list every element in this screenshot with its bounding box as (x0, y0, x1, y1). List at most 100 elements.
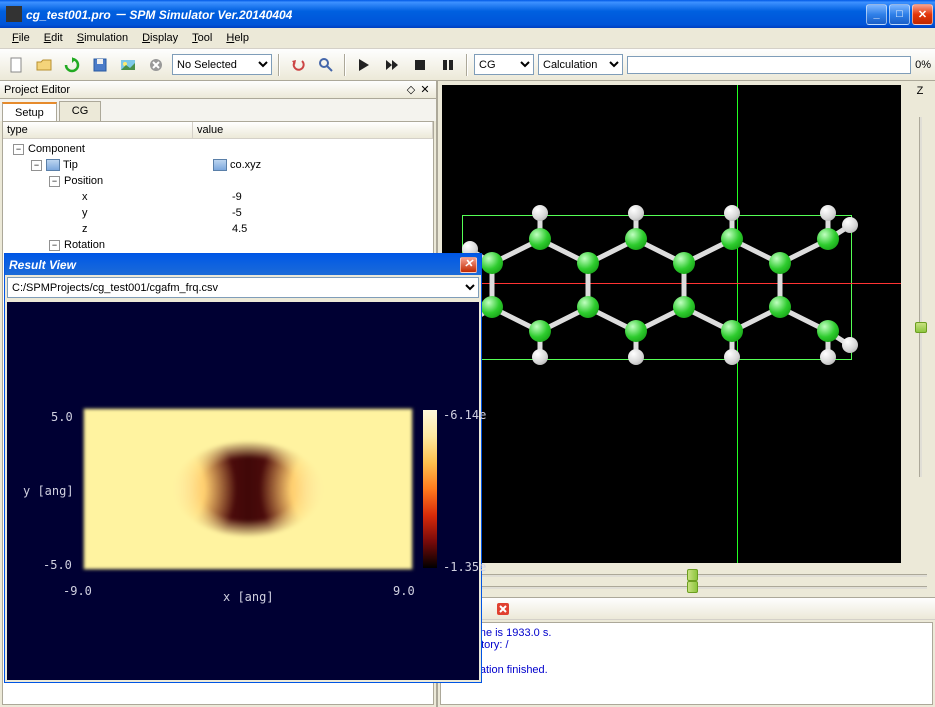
hydrogen-atom (820, 349, 836, 365)
value-icon (213, 159, 227, 171)
carbon-atom (817, 228, 839, 250)
toolbar: No Selected CG Calculation 0% (0, 49, 935, 81)
reload-button[interactable] (60, 53, 84, 77)
item-icon (46, 159, 60, 171)
z-slider[interactable] (919, 117, 922, 477)
selection-combo[interactable]: No Selected (172, 54, 272, 75)
h-slider-1-thumb[interactable] (687, 569, 698, 581)
tree-value: co.xyz (230, 159, 261, 171)
close-button[interactable]: ✕ (912, 4, 933, 25)
result-file-combo[interactable]: C:/SPMProjects/cg_test001/cgafm_frq.csv (7, 277, 479, 298)
close-output-button[interactable] (491, 597, 515, 621)
bounding-box (462, 215, 852, 360)
carbon-atom (481, 296, 503, 318)
expand-icon[interactable]: − (49, 176, 60, 187)
carbon-atom (673, 296, 695, 318)
minimize-button[interactable]: _ (866, 4, 887, 25)
output-text[interactable]: CPU time is 1933.0 s. ut directory: / r … (440, 622, 933, 705)
carbon-atom (529, 320, 551, 342)
header-type[interactable]: type (3, 122, 193, 138)
menu-tool[interactable]: Tool (186, 30, 218, 46)
fast-forward-button[interactable] (380, 53, 404, 77)
pause-button[interactable] (436, 53, 460, 77)
heatmap-image (83, 408, 413, 570)
output-line: r calculation finished. (445, 664, 928, 676)
result-view-window[interactable]: Result View ✕ C:/SPMProjects/cg_test001/… (4, 253, 482, 683)
menu-file[interactable]: FFileile (6, 30, 36, 46)
carbon-atom (625, 320, 647, 342)
tab-setup[interactable]: Setup (2, 102, 57, 122)
hydrogen-atom (532, 349, 548, 365)
h-slider-2-thumb[interactable] (687, 581, 698, 593)
tree-value: -5 (232, 207, 242, 219)
undock-button[interactable]: ◇ (404, 83, 418, 97)
carbon-atom (577, 252, 599, 274)
result-view-titlebar[interactable]: Result View ✕ (5, 254, 481, 275)
h-slider-1[interactable] (446, 569, 927, 581)
expand-icon[interactable]: − (49, 240, 60, 251)
hydrogen-atom (628, 205, 644, 221)
output-line: CPU time is 1933.0 s. (445, 627, 928, 639)
carbon-atom (769, 296, 791, 318)
expand-icon[interactable]: − (13, 144, 24, 155)
delete-button[interactable] (144, 53, 168, 77)
tree-label: Component (28, 143, 178, 155)
mode-combo[interactable]: Calculation (538, 54, 623, 75)
tree-label: x (82, 191, 232, 203)
y-axis-label: y [ang] (23, 484, 74, 498)
tree-row[interactable]: −Rotation (3, 237, 433, 253)
progress-bar (627, 56, 911, 74)
maximize-button[interactable]: □ (889, 4, 910, 25)
tree-label: Position (64, 175, 214, 187)
hydrogen-atom (820, 205, 836, 221)
colorbar (423, 410, 437, 568)
carbon-atom (577, 296, 599, 318)
undo-button[interactable] (286, 53, 310, 77)
x-axis-label: x [ang] (223, 590, 274, 604)
tree-label: y (82, 207, 232, 219)
carbon-atom (529, 228, 551, 250)
menu-help[interactable]: Help (220, 30, 255, 46)
tree-row[interactable]: − Tip co.xyz (3, 157, 433, 173)
tree-value: -9 (232, 191, 242, 203)
titlebar: cg_test001.pro － SPM Simulator Ver.20140… (0, 0, 935, 28)
ytick-top: 5.0 (51, 410, 73, 424)
hydrogen-atom (628, 349, 644, 365)
open-button[interactable] (32, 53, 56, 77)
tree-label: z (82, 223, 232, 235)
tree-row[interactable]: −Position (3, 173, 433, 189)
zoom-button[interactable] (314, 53, 338, 77)
new-button[interactable] (4, 53, 28, 77)
output-line: ut directory: / (445, 639, 928, 651)
tree-row[interactable]: −Component (3, 141, 433, 157)
menu-display[interactable]: Display (136, 30, 184, 46)
menu-simulation[interactable]: Simulation (71, 30, 134, 46)
result-view-close-button[interactable]: ✕ (460, 257, 477, 273)
expand-icon[interactable]: − (31, 160, 42, 171)
carbon-atom (481, 252, 503, 274)
header-value[interactable]: value (193, 122, 433, 138)
xtick-right: 9.0 (393, 584, 415, 598)
ytick-bottom: -5.0 (43, 558, 72, 572)
result-plot[interactable]: -6.14e -1.35e 5.0 -5.0 y [ang] -9.0 9.0 … (7, 302, 479, 680)
hydrogen-atom (724, 205, 740, 221)
3d-viewport[interactable] (442, 85, 901, 563)
carbon-atom (721, 228, 743, 250)
tree-row[interactable]: x-9 (3, 189, 433, 205)
tree-label: Tip (63, 159, 213, 171)
tab-cg[interactable]: CG (59, 101, 102, 121)
play-button[interactable] (352, 53, 376, 77)
method-combo[interactable]: CG (474, 54, 534, 75)
h-slider-2[interactable] (446, 581, 927, 593)
menu-edit[interactable]: Edit (38, 30, 69, 46)
hydrogen-atom (532, 205, 548, 221)
save-button[interactable] (88, 53, 112, 77)
tree-row[interactable]: y-5 (3, 205, 433, 221)
z-slider-thumb[interactable] (915, 322, 927, 333)
stop-button[interactable] (408, 53, 432, 77)
tree-row[interactable]: z4.5 (3, 221, 433, 237)
panel-close-button[interactable]: ✕ (418, 83, 432, 97)
image-button[interactable] (116, 53, 140, 77)
tree-value: 4.5 (232, 223, 247, 235)
carbon-atom (625, 228, 647, 250)
